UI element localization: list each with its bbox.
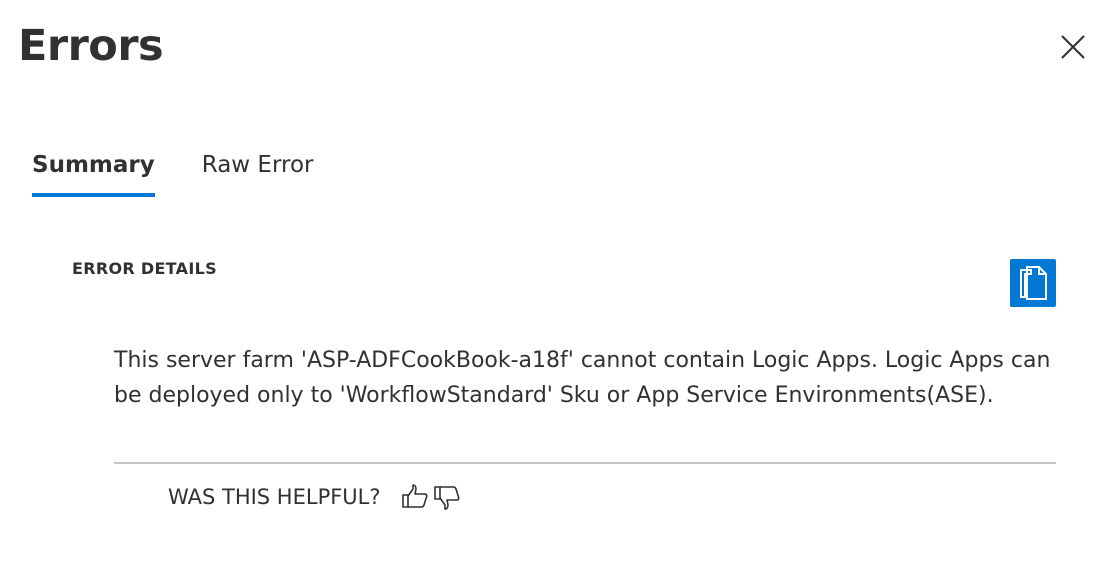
divider — [114, 462, 1056, 464]
thumbs-down-button[interactable] — [431, 480, 463, 514]
tab-list: Summary Raw Error — [32, 140, 361, 200]
thumbs-up-button[interactable] — [399, 480, 431, 514]
tab-summary[interactable]: Summary — [32, 140, 155, 200]
thumbs-up-icon — [401, 484, 428, 508]
error-message: This server farm 'ASP-ADFCookBook-a18f' … — [114, 348, 1051, 408]
error-details-heading: ERROR DETAILS — [72, 259, 217, 278]
feedback-row: WAS THIS HELPFUL? — [168, 480, 463, 514]
copy-button[interactable] — [1010, 259, 1056, 307]
dialog-title: Errors — [18, 21, 164, 71]
tab-raw-error[interactable]: Raw Error — [202, 140, 314, 200]
copy-icon — [1020, 266, 1047, 300]
close-icon — [1061, 35, 1085, 59]
thumbs-down-icon — [433, 486, 460, 510]
close-button[interactable] — [1055, 29, 1091, 65]
feedback-label: WAS THIS HELPFUL? — [168, 485, 381, 509]
